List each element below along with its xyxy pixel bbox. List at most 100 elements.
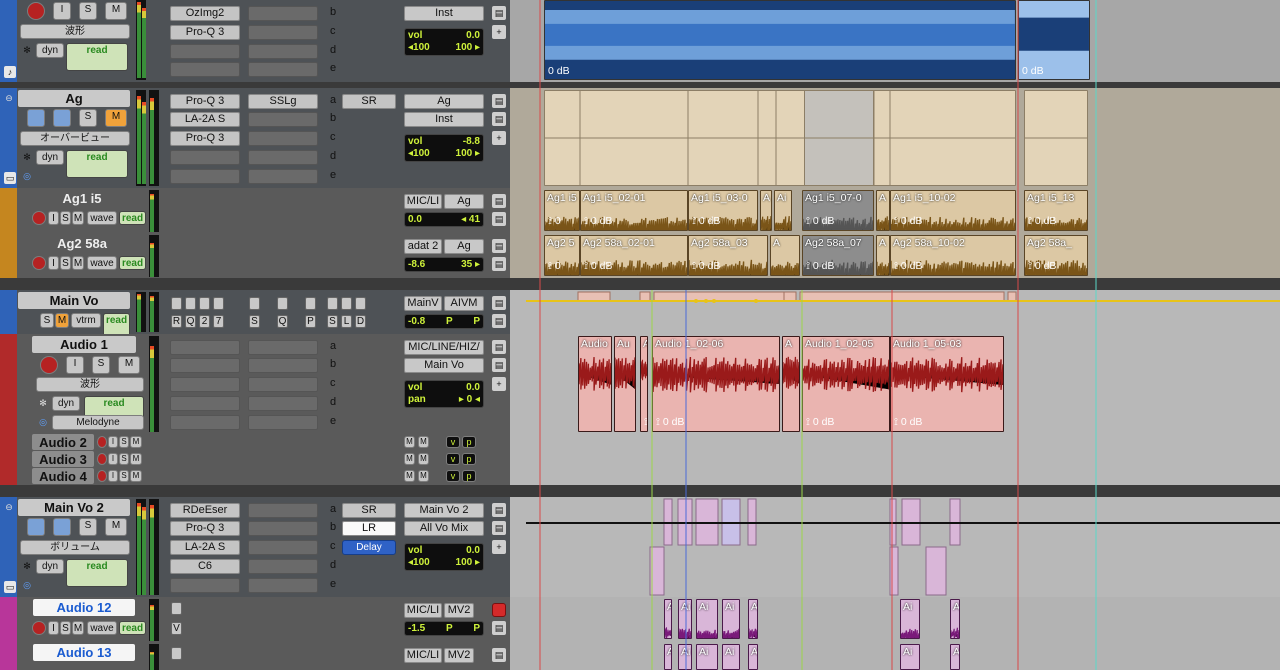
input-monitor-button[interactable]: I xyxy=(48,256,59,270)
insert-mini[interactable]: Q xyxy=(277,315,288,328)
volume-pan-display[interactable]: vol 0.0 ◂100 100 ▸ xyxy=(404,543,484,571)
mute-button[interactable]: M xyxy=(55,313,69,328)
list-icon[interactable]: ▤ xyxy=(492,112,506,126)
volume-pan-display[interactable]: 0.0 ◂ 41 xyxy=(404,212,484,227)
automation-mode-selector[interactable]: read xyxy=(103,313,130,334)
insert-slot-empty[interactable] xyxy=(170,62,240,77)
add-icon[interactable]: + xyxy=(492,377,506,391)
track-view-selector[interactable]: wave xyxy=(87,211,117,225)
list-icon[interactable]: ▤ xyxy=(492,296,506,310)
input-selector[interactable]: MIC/LI xyxy=(404,648,442,663)
insert-slot[interactable]: Pro-Q 3 xyxy=(170,94,240,109)
automation-mode-selector[interactable]: read xyxy=(119,256,146,270)
mute-button[interactable]: M xyxy=(105,518,127,536)
dyn-button[interactable]: dyn xyxy=(36,150,64,165)
insert-slot-empty[interactable] xyxy=(248,340,318,355)
list-icon[interactable]: ▤ xyxy=(492,239,506,253)
vol-mini[interactable]: v xyxy=(446,436,460,448)
insert-mini[interactable] xyxy=(305,297,316,310)
insert-slot[interactable]: RDeEser xyxy=(170,503,240,518)
output-selector[interactable]: Inst xyxy=(404,112,484,127)
solo-button[interactable]: S xyxy=(60,621,71,635)
master-mute[interactable]: M xyxy=(418,470,429,482)
insert-slot-empty[interactable] xyxy=(248,521,318,536)
volume-pan-display[interactable]: vol -8.8 ◂100 100 ▸ xyxy=(404,134,484,162)
insert-slot-empty[interactable] xyxy=(248,131,318,146)
output-selector[interactable]: Ag xyxy=(444,239,484,254)
snowflake-icon[interactable]: ✻ xyxy=(36,396,50,410)
insert-slot-empty[interactable] xyxy=(248,503,318,518)
track-name[interactable]: Main Vo 2 xyxy=(18,499,130,516)
solo-button[interactable]: S xyxy=(79,109,97,127)
clip[interactable]: A xyxy=(748,644,758,670)
pan-mini[interactable]: p xyxy=(462,470,476,482)
insert-slot-empty[interactable] xyxy=(170,578,240,593)
list-icon[interactable]: ▤ xyxy=(492,212,506,226)
solo-button[interactable]: S xyxy=(60,211,71,225)
insert-slot-empty[interactable] xyxy=(248,169,318,184)
clip[interactable]: Audio 1_02-06 ⟟ 0 dB xyxy=(652,336,780,432)
output-selector[interactable]: Ag xyxy=(444,194,484,209)
master-mute[interactable]: M xyxy=(404,436,415,448)
master-mute[interactable]: M xyxy=(418,453,429,465)
input-selector[interactable]: Main Vo 2 xyxy=(404,503,484,518)
insert-slot[interactable]: Pro-Q 3 xyxy=(170,521,240,536)
clip[interactable]: Ag2 58a_02-01 ⟟ 0 dB xyxy=(580,235,688,276)
master-mute[interactable]: M xyxy=(404,453,415,465)
track-name[interactable]: Ag1 i5 xyxy=(32,190,132,207)
insert-slot-empty[interactable] xyxy=(248,578,318,593)
input-selector[interactable]: MainV xyxy=(404,296,442,311)
list-icon[interactable]: ▤ xyxy=(492,621,506,635)
list-icon[interactable]: ▤ xyxy=(492,340,506,354)
input-monitor-button[interactable]: I xyxy=(66,356,84,374)
link-icon[interactable]: ◎ xyxy=(36,415,50,429)
add-icon[interactable]: + xyxy=(492,131,506,145)
clip[interactable]: Ag1 i5_07-0 ⟟ 0 dB xyxy=(802,190,874,231)
track-view-selector[interactable]: 波形 xyxy=(20,24,130,39)
record-enable-button[interactable] xyxy=(27,2,45,20)
input-monitor-button[interactable]: I xyxy=(108,436,118,448)
insert-mini[interactable] xyxy=(213,297,224,310)
record-enable-button[interactable] xyxy=(97,436,107,448)
output-selector[interactable]: Main Vo xyxy=(404,358,484,373)
input-monitor-button[interactable]: I xyxy=(53,2,71,20)
add-icon[interactable]: + xyxy=(492,540,506,554)
list-icon[interactable]: ▤ xyxy=(492,94,506,108)
insert-slot-empty[interactable] xyxy=(248,112,318,127)
collapse-icon[interactable]: ⊖ xyxy=(3,92,15,104)
plugin-button[interactable]: Melodyne xyxy=(52,415,144,430)
insert-slot-empty[interactable] xyxy=(248,25,318,40)
insert-slot[interactable]: Pro-Q 3 xyxy=(170,131,240,146)
snowflake-icon[interactable]: ✻ xyxy=(20,43,34,57)
insert-slot[interactable]: Pro-Q 3 xyxy=(170,25,240,40)
dyn-button[interactable]: dyn xyxy=(52,396,80,411)
send-mini[interactable] xyxy=(355,297,366,310)
insert-mini[interactable] xyxy=(249,297,260,310)
insert-slot-empty[interactable] xyxy=(170,44,240,59)
insert-mini[interactable]: R xyxy=(171,315,182,328)
clip[interactable]: Ai xyxy=(678,644,692,670)
clip[interactable]: 0 dB xyxy=(1018,0,1090,80)
clip[interactable]: 0 dB xyxy=(544,0,1016,80)
track-view-selector[interactable]: wave xyxy=(87,256,117,270)
insert-slot-empty[interactable] xyxy=(170,358,240,373)
snowflake-icon[interactable]: ✻ xyxy=(20,559,34,573)
insert-slot-empty[interactable] xyxy=(248,6,318,21)
list-icon[interactable]: ▤ xyxy=(492,314,506,328)
master-mute[interactable]: M xyxy=(418,436,429,448)
volume-pan-display[interactable]: -1.5 P P xyxy=(404,621,484,636)
volume-pan-display[interactable]: vol 0.0 ◂100 100 ▸ xyxy=(404,28,484,56)
send-mini[interactable] xyxy=(327,297,338,310)
input-monitor-button[interactable]: I xyxy=(48,211,59,225)
input-monitor-button[interactable]: I xyxy=(48,621,59,635)
insert-mini[interactable]: Q xyxy=(185,315,196,328)
link-icon[interactable]: ◎ xyxy=(20,578,34,592)
track-name[interactable]: Ag2 58a xyxy=(32,235,132,252)
clip[interactable]: Ai xyxy=(722,644,740,670)
record-indicator[interactable] xyxy=(492,603,506,617)
collapse-icon[interactable]: ⊖ xyxy=(3,501,15,513)
dyn-button[interactable]: dyn xyxy=(36,559,64,574)
snowflake-icon[interactable]: ✻ xyxy=(20,150,34,164)
clip[interactable]: Ag2 5 ⟟ 0 xyxy=(544,235,580,276)
insert-mini[interactable] xyxy=(277,297,288,310)
